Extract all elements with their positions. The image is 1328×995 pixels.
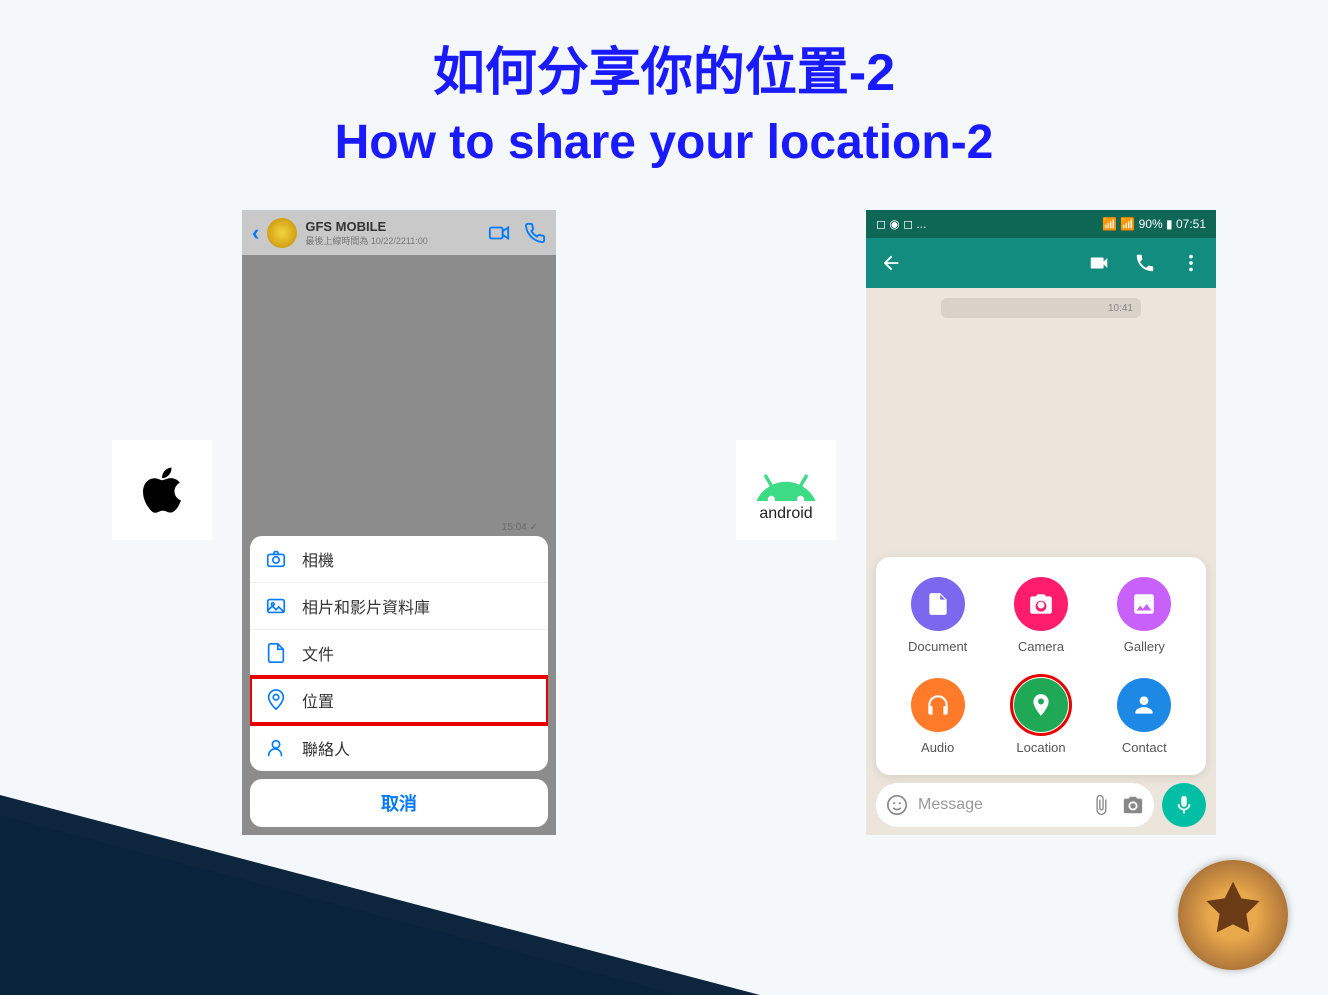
attach-contact[interactable]: Contact [1103,678,1186,755]
status-left: ◻ ◉ ◻ ... [876,217,926,231]
sheet-label: 位置 [302,688,334,712]
attach-label: Location [1016,740,1065,755]
apple-logo [112,440,212,540]
corner-accent-dark [0,795,760,995]
attach-camera[interactable]: Camera [999,577,1082,654]
android-label: android [759,505,812,523]
more-icon[interactable] [1180,252,1202,274]
attach-gallery[interactable]: Gallery [1103,577,1186,654]
document-icon [925,591,951,617]
android-chat-header [866,238,1216,288]
message-time: 15:04 ✓ [502,522,538,533]
photo-icon [265,595,287,617]
mic-button[interactable] [1162,783,1206,827]
input-placeholder: Message [918,796,1080,814]
sheet-item-contact[interactable]: 聯絡人 [250,724,548,771]
camera-icon [1028,591,1054,617]
attachment-panel: Document Camera Gallery Audio Location [876,557,1206,775]
title-english: How to share your location-2 [0,115,1328,170]
sheet-label: 文件 [302,641,334,665]
action-sheet: 相機 相片和影片資料庫 文件 位置 [242,536,556,835]
location-icon [265,689,287,711]
android-logo: android [736,440,836,540]
message-input[interactable]: Message [876,783,1154,827]
contact-name: GFS MOBILE [305,219,427,234]
back-icon[interactable] [880,252,902,274]
attach-label: Audio [921,740,954,755]
status-bar: ◻ ◉ ◻ ... 📶 📶 90% ▮ 07:51 [866,210,1216,238]
sheet-item-gallery[interactable]: 相片和影片資料庫 [250,583,548,630]
sheet-label: 聯絡人 [302,736,350,760]
document-icon [265,642,287,664]
headphones-icon [925,692,951,718]
video-icon[interactable] [1088,252,1110,274]
message-stub: 10:41 [941,298,1141,318]
contact-status: 最後上線時間為 10/22/2211:00 [305,234,427,247]
sheet-item-location[interactable]: 位置 [250,677,548,724]
video-icon[interactable] [488,222,510,244]
camera-icon[interactable] [1122,794,1144,816]
phone-icon[interactable] [1134,252,1156,274]
message-input-row: Message [876,783,1206,827]
sheet-label: 相片和影片資料庫 [302,594,430,618]
attach-audio[interactable]: Audio [896,678,979,755]
iphone-screenshot: ‹ GFS MOBILE 最後上線時間為 10/22/2211:00 15:04… [242,210,556,835]
attach-label: Contact [1122,740,1167,755]
emoji-icon[interactable] [886,794,908,816]
person-icon [1131,692,1157,718]
sheet-item-camera[interactable]: 相機 [250,536,548,583]
attach-label: Gallery [1124,639,1165,654]
avatar [267,218,297,248]
status-right: 📶 📶 90% ▮ 07:51 [1102,217,1206,231]
location-icon [1028,692,1054,718]
iphone-chat-header: ‹ GFS MOBILE 最後上線時間為 10/22/2211:00 [242,210,556,255]
attach-icon[interactable] [1090,794,1112,816]
gfs-logo [1178,860,1288,970]
title-chinese: 如何分享你的位置-2 [0,30,1328,105]
attach-label: Document [908,639,967,654]
attach-location[interactable]: Location [999,678,1082,755]
phone-icon[interactable] [524,222,546,244]
sheet-label: 相機 [302,547,334,571]
android-screenshot: ◻ ◉ ◻ ... 📶 📶 90% ▮ 07:51 10:41 Document [866,210,1216,835]
mic-icon [1173,794,1195,816]
gallery-icon [1131,591,1157,617]
attach-label: Camera [1018,639,1064,654]
contact-icon [265,737,287,759]
attach-document[interactable]: Document [896,577,979,654]
back-icon[interactable]: ‹ [252,220,259,246]
camera-icon [265,548,287,570]
sheet-item-document[interactable]: 文件 [250,630,548,677]
